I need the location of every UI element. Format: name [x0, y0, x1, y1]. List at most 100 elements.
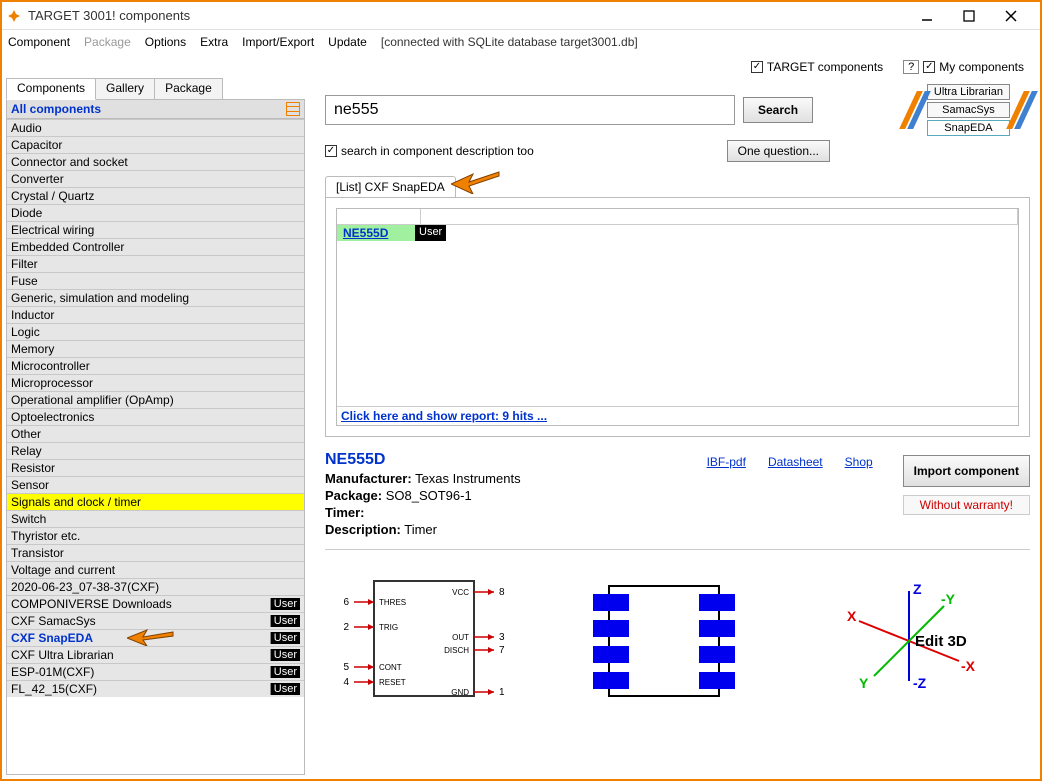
category-row[interactable]: Logic: [7, 323, 304, 340]
svg-text:-Y: -Y: [941, 591, 956, 607]
category-row[interactable]: Generic, simulation and modeling: [7, 289, 304, 306]
category-label: ESP-01M(CXF): [11, 665, 270, 679]
category-row[interactable]: Switch: [7, 510, 304, 527]
app-icon: [6, 8, 22, 24]
search-button[interactable]: Search: [743, 97, 813, 123]
snapeda-button[interactable]: SnapEDA: [927, 120, 1010, 136]
svg-text:8: 8: [499, 587, 505, 598]
svg-text:2: 2: [343, 622, 349, 633]
target-components-checkbox[interactable]: ✓TARGET components: [751, 60, 883, 74]
category-label: Signals and clock / timer: [11, 495, 300, 509]
my-components-checkbox[interactable]: ✓My components: [923, 60, 1024, 74]
category-row[interactable]: Memory: [7, 340, 304, 357]
category-row[interactable]: Capacitor: [7, 136, 304, 153]
category-row[interactable]: Other: [7, 425, 304, 442]
category-row[interactable]: Transistor: [7, 544, 304, 561]
category-label: Optoelectronics: [11, 410, 300, 424]
samacsys-button[interactable]: SamacSys: [927, 102, 1010, 118]
maximize-button[interactable]: [952, 5, 986, 27]
category-row[interactable]: Sensor: [7, 476, 304, 493]
menu-options[interactable]: Options: [145, 35, 186, 49]
category-row[interactable]: Audio: [7, 119, 304, 136]
search-input[interactable]: [325, 95, 735, 125]
category-row[interactable]: Electrical wiring: [7, 221, 304, 238]
category-row[interactable]: ESP-01M(CXF)User: [7, 663, 304, 680]
3d-preview[interactable]: Z -Z X -X Y -Y Edit 3D: [829, 576, 989, 706]
user-badge: User: [270, 666, 300, 678]
category-row[interactable]: CXF SamacSysUser: [7, 612, 304, 629]
list-tab-row: [List] CXF SnapEDA: [325, 176, 1030, 197]
ibf-pdf-link[interactable]: IBF-pdf: [707, 455, 746, 537]
category-row[interactable]: Crystal / Quartz: [7, 187, 304, 204]
category-row[interactable]: Relay: [7, 442, 304, 459]
result-row[interactable]: NE555D User: [337, 225, 1018, 241]
tab-gallery[interactable]: Gallery: [95, 78, 155, 100]
category-row[interactable]: Diode: [7, 204, 304, 221]
category-row[interactable]: Fuse: [7, 272, 304, 289]
left-panel: Components Gallery Package All component…: [2, 78, 305, 775]
category-row[interactable]: Connector and socket: [7, 153, 304, 170]
category-label: CXF Ultra Librarian: [11, 648, 270, 662]
svg-text:-Z: -Z: [913, 675, 927, 691]
category-row[interactable]: Microprocessor: [7, 374, 304, 391]
category-row[interactable]: Voltage and current: [7, 561, 304, 578]
tab-components[interactable]: Components: [6, 78, 96, 100]
category-row[interactable]: CXF SnapEDAUser: [7, 629, 304, 646]
category-row[interactable]: CXF Ultra LibrarianUser: [7, 646, 304, 663]
category-row[interactable]: Filter: [7, 255, 304, 272]
schematic-preview[interactable]: 6 THRES 2 TRIG 5 CONT 4 RESET 8 VCC 3 OU…: [329, 576, 519, 706]
user-badge: User: [270, 683, 300, 695]
separator: [325, 549, 1030, 550]
category-label: Sensor: [11, 478, 300, 492]
category-row[interactable]: Resistor: [7, 459, 304, 476]
close-button[interactable]: [994, 5, 1028, 27]
category-list[interactable]: All components Audio Capacitor Connector a…: [6, 99, 305, 775]
minimize-button[interactable]: [910, 5, 944, 27]
search-description-checkbox[interactable]: ✓search in component description too: [325, 144, 534, 158]
svg-text:Y: Y: [859, 675, 869, 691]
category-row[interactable]: COMPONIVERSE DownloadsUser: [7, 595, 304, 612]
category-row[interactable]: Inductor: [7, 306, 304, 323]
category-row[interactable]: Converter: [7, 170, 304, 187]
footprint-preview[interactable]: [579, 576, 769, 706]
category-label: Connector and socket: [11, 155, 300, 169]
category-label: Filter: [11, 257, 300, 271]
category-row[interactable]: 2020-06-23_07-38-37(CXF): [7, 578, 304, 595]
svg-text:3: 3: [499, 632, 505, 643]
menu-extra[interactable]: Extra: [200, 35, 228, 49]
tab-package[interactable]: Package: [154, 78, 223, 100]
category-row[interactable]: Operational amplifier (OpAmp): [7, 391, 304, 408]
list-view-icon[interactable]: [286, 102, 300, 116]
category-label: Capacitor: [11, 138, 300, 152]
shop-link[interactable]: Shop: [845, 455, 873, 537]
category-row[interactable]: Microcontroller: [7, 357, 304, 374]
menu-package[interactable]: Package: [84, 35, 131, 49]
import-component-button[interactable]: Import component: [903, 455, 1030, 487]
menu-component[interactable]: Component: [8, 35, 70, 49]
menu-import-export[interactable]: Import/Export: [242, 35, 314, 49]
category-row[interactable]: Thyristor etc.: [7, 527, 304, 544]
category-row[interactable]: Embedded Controller: [7, 238, 304, 255]
category-row[interactable]: Optoelectronics: [7, 408, 304, 425]
ultra-librarian-button[interactable]: Ultra Librarian: [927, 84, 1010, 100]
category-label: Electrical wiring: [11, 223, 300, 237]
category-label: 2020-06-23_07-38-37(CXF): [11, 580, 300, 594]
category-label: Transistor: [11, 546, 300, 560]
menubar: Component Package Options Extra Import/E…: [2, 30, 1040, 54]
datasheet-link[interactable]: Datasheet: [768, 455, 823, 537]
list-tab[interactable]: [List] CXF SnapEDA: [325, 176, 456, 197]
category-row[interactable]: Signals and clock / timer: [7, 493, 304, 510]
user-badge: User: [270, 649, 300, 661]
menu-update[interactable]: Update: [328, 35, 367, 49]
results-list[interactable]: NE555D User Click here and show report: …: [336, 208, 1019, 426]
svg-text:GND: GND: [451, 688, 469, 697]
category-label: Microcontroller: [11, 359, 300, 373]
one-question-button[interactable]: One question...: [727, 140, 830, 162]
help-button[interactable]: ?: [903, 60, 919, 74]
category-label: Other: [11, 427, 300, 441]
category-header[interactable]: All components: [7, 100, 304, 119]
category-row[interactable]: FL_42_15(CXF)User: [7, 680, 304, 697]
user-badge: User: [270, 598, 300, 610]
svg-text:-X: -X: [961, 658, 976, 674]
report-link[interactable]: Click here and show report: 9 hits ...: [337, 406, 1018, 425]
